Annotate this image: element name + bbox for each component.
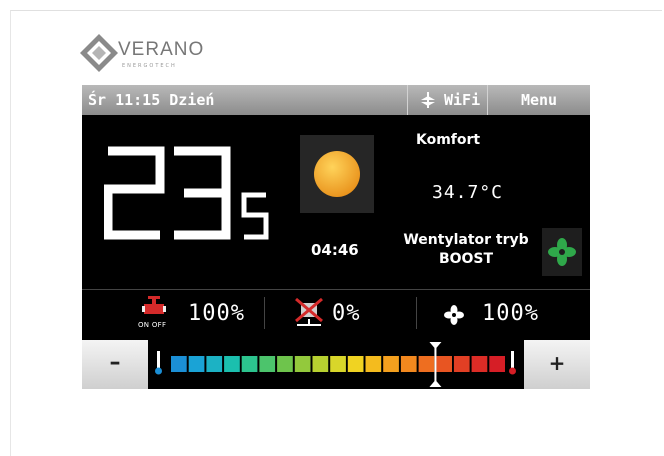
wifi-label: WiFi [444, 91, 481, 109]
hot-thermometer-bulb [509, 367, 516, 375]
scale-segment [471, 356, 488, 372]
setpoint-marker-top [429, 342, 442, 349]
status-day: Śr [88, 91, 107, 109]
scale-segment [277, 356, 293, 372]
scale-segment [259, 356, 276, 372]
decrease-button[interactable]: – [82, 340, 148, 389]
brand-logo: VERANO ENERGOTECH [78, 32, 238, 74]
fan-icon [548, 238, 576, 266]
disabled-device-value: 0% [332, 301, 361, 326]
scale-segment [224, 356, 240, 372]
fan-tile[interactable] [542, 228, 582, 276]
scale-segment [347, 356, 364, 372]
status-mode: Dzień [169, 91, 215, 109]
hot-thermometer-icon [511, 351, 514, 369]
valve-value: 100% [188, 301, 245, 326]
scale-segment [241, 356, 258, 372]
logo-mark-icon [80, 34, 118, 72]
scale-segment [436, 356, 452, 372]
divider [416, 297, 417, 329]
scale-segment [400, 356, 417, 372]
valve-status[interactable]: ON OFF [136, 296, 170, 332]
thermostat-screen: Śr 11:15 Dzień WiFi Menu 23 5 Komfort 34… [82, 85, 590, 389]
ventilation-mode-line1: Wentylator tryb [403, 232, 529, 248]
scale-segment [206, 356, 223, 372]
scale-segment [453, 356, 470, 372]
scale-segment [489, 356, 505, 372]
valve-icon [142, 296, 166, 314]
increase-button[interactable]: + [524, 340, 590, 389]
status-bar: Śr 11:15 Dzień WiFi Menu [82, 85, 590, 115]
ventilation-mode-line2: BOOST [438, 251, 494, 267]
scale-segment [383, 356, 399, 372]
cold-thermometer-bulb [155, 367, 162, 375]
scale-segment [330, 356, 346, 372]
sun-icon [314, 151, 360, 197]
scale-segment [188, 356, 205, 372]
status-time: 11:15 [115, 91, 161, 109]
brand-subtitle: ENERGOTECH [122, 63, 177, 69]
weather-tile[interactable] [300, 135, 374, 213]
scale-segment [294, 356, 311, 372]
divider [82, 289, 590, 290]
setpoint-marker-bottom [429, 380, 442, 387]
secondary-temperature: 34.7°C [432, 182, 504, 203]
scale-segment [312, 356, 329, 372]
main-temperature: 23 5 [104, 143, 269, 240]
wifi-button[interactable]: WiFi [407, 85, 487, 115]
timer: 04:46 [311, 241, 359, 259]
scale-segment [418, 356, 435, 372]
valve-on-off: ON OFF [138, 321, 167, 329]
fan-speed-icon[interactable] [444, 305, 464, 325]
scale-segment [171, 356, 187, 372]
brand-name: VERANO [118, 39, 205, 60]
wifi-icon [421, 92, 435, 108]
temperature-scale[interactable] [148, 340, 524, 389]
disabled-device-icon[interactable] [292, 297, 326, 329]
ventilation-mode: Wentylator tryb BOOST [386, 231, 546, 269]
divider [264, 297, 265, 329]
status-datetime: Śr 11:15 Dzień [88, 91, 214, 109]
preset-label: Komfort [416, 132, 481, 148]
fan-speed-value: 100% [482, 301, 539, 326]
scale-segment [365, 356, 382, 372]
cold-thermometer-icon [157, 351, 160, 369]
menu-button[interactable]: Menu [487, 85, 590, 115]
setpoint-control: – + [82, 340, 590, 389]
